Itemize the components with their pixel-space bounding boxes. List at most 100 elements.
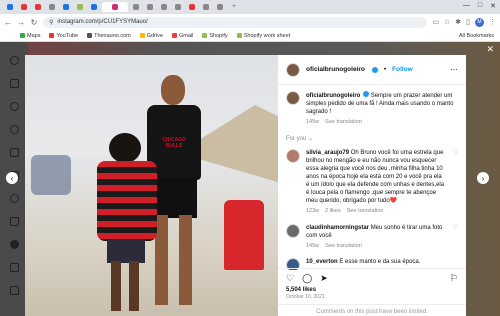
tab[interactable] xyxy=(32,2,44,12)
extensions-icon[interactable]: ✱ xyxy=(455,18,461,27)
comments-limited-notice: Comments on this post have been limited. xyxy=(278,304,466,316)
forward-icon[interactable]: → xyxy=(17,18,25,27)
address-bar-row: ← → ↻ ⚲ instagram.com/p/CU1FYSYMauo/ ▭ ☆… xyxy=(0,14,500,30)
bookmark-shopify-sheet[interactable]: Shopify work sheet xyxy=(236,33,290,39)
comment-text: E esse manto e da sua época. xyxy=(339,259,421,266)
caption-username[interactable]: oficialbrunogoleiro xyxy=(306,93,360,99)
sidebar-icon[interactable]: ▯ xyxy=(466,18,470,27)
instagram-page: ✕ ‹ › CHICAGO BULLS oficialbrunogoleiro … xyxy=(0,42,500,316)
avatar[interactable] xyxy=(286,223,300,238)
url-text: instagram.com/p/CU1FYSYMauo/ xyxy=(57,19,148,25)
previous-post-icon[interactable]: ‹ xyxy=(6,172,18,184)
tab[interactable] xyxy=(186,2,198,12)
bookmark-youtube[interactable]: YouTube xyxy=(49,33,78,39)
tab-strip: + — □ ✕ xyxy=(0,0,500,14)
tab-active[interactable] xyxy=(102,2,128,12)
tab[interactable] xyxy=(4,2,16,12)
tab[interactable] xyxy=(172,2,184,12)
tab[interactable] xyxy=(88,2,100,12)
profile-avatar[interactable]: M xyxy=(475,17,484,27)
comment-icon[interactable]: ◯ xyxy=(302,273,312,284)
bookmark-maps[interactable]: Maps xyxy=(20,33,40,39)
tab[interactable] xyxy=(60,2,72,12)
comment-age: 123w xyxy=(306,208,320,215)
tab[interactable] xyxy=(130,2,142,12)
comment-likes[interactable]: 2 likes xyxy=(325,208,341,215)
comment-username[interactable]: silvia_araujo79 xyxy=(306,150,349,156)
share-icon[interactable]: ➤ xyxy=(320,273,328,284)
tab[interactable] xyxy=(46,2,58,12)
url-input[interactable]: ⚲ instagram.com/p/CU1FYSYMauo/ xyxy=(43,16,428,28)
comment-username[interactable]: 10_everton xyxy=(306,259,338,265)
cast-icon[interactable]: ▭ xyxy=(432,18,439,27)
verified-icon xyxy=(363,91,370,97)
reels-icon[interactable] xyxy=(9,148,19,157)
like-icon[interactable]: ♡ xyxy=(286,273,294,284)
shopify-icon xyxy=(236,33,242,38)
bookmark-shopify[interactable]: Shopify xyxy=(202,33,228,39)
star-icon[interactable]: ☆ xyxy=(444,18,450,27)
shopify-icon xyxy=(202,33,208,38)
see-translation-link[interactable]: See translation xyxy=(325,119,362,126)
tab[interactable] xyxy=(18,2,30,12)
profile-icon[interactable] xyxy=(9,240,19,249)
minimize-icon[interactable]: — xyxy=(463,2,470,10)
back-icon[interactable]: ← xyxy=(4,18,12,27)
avatar[interactable] xyxy=(286,91,300,105)
save-icon[interactable]: ⚐ xyxy=(450,273,458,284)
comment-text: Oh Bruno você foi uma estrela que brilho… xyxy=(306,149,445,205)
youtube-icon xyxy=(49,33,55,38)
tab[interactable] xyxy=(214,2,226,12)
close-icon[interactable]: ✕ xyxy=(490,2,496,10)
maps-icon xyxy=(20,33,25,38)
photo-girl xyxy=(95,133,159,313)
tab[interactable] xyxy=(74,2,86,12)
drive-icon xyxy=(139,33,145,38)
like-comment-icon[interactable]: ♡ xyxy=(453,224,458,251)
threads-icon[interactable] xyxy=(9,263,19,272)
home-icon[interactable] xyxy=(9,79,19,88)
post-username[interactable]: oficialbrunogoleiro xyxy=(306,66,365,73)
next-post-icon[interactable]: › xyxy=(477,172,489,184)
all-bookmarks[interactable]: All Bookmarks xyxy=(459,33,494,39)
caption-age: 145w xyxy=(306,119,320,126)
follow-button[interactable]: Follow xyxy=(392,66,413,73)
avatar[interactable] xyxy=(286,62,300,77)
see-translation-link[interactable]: See translation xyxy=(325,243,362,250)
search-icon[interactable] xyxy=(9,102,19,111)
close-modal-icon[interactable]: ✕ xyxy=(486,44,494,55)
bookmark-gmail[interactable]: Gmail xyxy=(171,33,193,39)
bookmark-gdrive[interactable]: Gdrive xyxy=(139,33,163,39)
post-modal: CHICAGO BULLS oficialbrunogoleiro • Foll… xyxy=(25,55,466,316)
tab[interactable] xyxy=(200,2,212,12)
gmail-icon xyxy=(171,33,177,38)
bookmark-theoauno[interactable]: Theoauno.com xyxy=(87,33,131,39)
notifications-icon[interactable] xyxy=(9,194,19,203)
comments-section[interactable]: oficialbrunogoleiro Sempre um prazer ate… xyxy=(278,85,466,270)
site-info-icon[interactable]: ⚲ xyxy=(49,19,53,26)
for-you-dropdown[interactable]: For you ⌄ xyxy=(286,135,458,143)
create-icon[interactable] xyxy=(9,217,19,226)
like-comment-icon[interactable]: ♡ xyxy=(453,149,458,216)
comment-age: 145w xyxy=(306,243,320,250)
comment-username[interactable]: claudinhamorningstar xyxy=(306,225,369,231)
menu-icon[interactable]: ⋮ xyxy=(489,18,496,27)
maximize-icon[interactable]: □ xyxy=(478,2,482,10)
more-menu-icon[interactable] xyxy=(9,286,19,295)
comment: silvia_araujo79 Oh Bruno você foi uma es… xyxy=(286,148,458,216)
tab[interactable] xyxy=(158,2,170,12)
likes-count[interactable]: 5,504 likes xyxy=(286,287,458,293)
bulls-shirt-text: CHICAGO BULLS xyxy=(162,137,186,149)
see-translation-link[interactable]: See translation xyxy=(347,208,384,215)
reload-icon[interactable]: ↻ xyxy=(30,18,38,27)
tab[interactable] xyxy=(144,2,156,12)
post-header: oficialbrunogoleiro • Follow ⋯ xyxy=(278,55,466,85)
new-tab-button[interactable]: + xyxy=(228,2,240,12)
more-options-icon[interactable]: ⋯ xyxy=(450,65,458,74)
photo-red-chair xyxy=(224,200,264,270)
explore-icon[interactable] xyxy=(9,125,19,134)
avatar[interactable] xyxy=(286,148,300,163)
post-photo[interactable]: CHICAGO BULLS xyxy=(25,55,278,316)
comment: claudinhamorningstar Meu sonho é tirar u… xyxy=(286,223,458,251)
instagram-logo-icon[interactable] xyxy=(9,56,19,65)
